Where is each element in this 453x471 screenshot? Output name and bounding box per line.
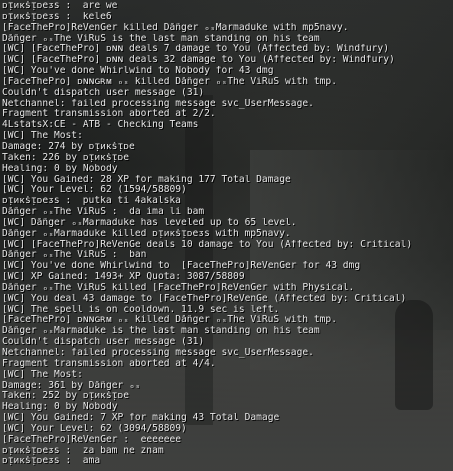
console-line: Netchannel: failed processing message sv… <box>2 98 314 109</box>
console-line: Taken: 226 by ᴅᴉᴎᴋšᴉᴅe <box>2 152 129 163</box>
console-line: [WC] The spell is on cooldown. 11.9 sec … <box>2 304 280 315</box>
console-line: [WC] You've done Whirlwind to [FaceThePr… <box>2 261 361 272</box>
console-line: ᴅᴉᴎᴋšᴉᴅeᴣs : za bam ne znam <box>2 445 164 456</box>
console-line: Dåñger ₒₛThe ViRuS : da ima li bam <box>2 207 205 218</box>
console-line: [WC] The Most: <box>2 131 83 142</box>
console-line: Dåñger ₒₛMarmaduke killed ᴅᴉᴎᴋšᴉᴅeᴣs wit… <box>2 228 291 239</box>
console-line: [WC] Dåñger ₒₛMarmaduke has leveled up t… <box>2 217 297 228</box>
console-line: ᴅᴉᴎᴋšᴉᴅeᴣs : ama <box>2 456 101 467</box>
console-line: [WC] [FaceThePro]ReVenGe deals 10 damage… <box>2 239 413 250</box>
console-line: Healing: 0 by Nobody <box>2 163 118 174</box>
console-line: [FaceThePro] ᴅɴɴɢʀᴍ ₒₛ killed Dåñger ₒₛT… <box>2 315 337 326</box>
console-line: [WC] XP Gained: 1493+ XP Quota: 3087/588… <box>2 272 245 283</box>
console-line: [FaceThePro]ReVenGer killed Dåñger ₒₛMar… <box>2 22 349 33</box>
chat-console-log: ᴅᴉᴎᴋšᴉᴅeᴣs : are we ᴅᴉᴎᴋšᴉᴅeᴣs : kele6 [… <box>2 1 452 467</box>
console-line: [FaceThePro]ReVenGer : eeeeeee <box>2 434 182 445</box>
console-line: [FaceThePro] ᴅɴɴɢʀᴍ ₒₛ killed Dåñger ₒₛT… <box>2 76 337 87</box>
console-line: [WC] You've done Whirlwind to Nobody for… <box>2 66 274 77</box>
console-line: Fragment transmission aborted at 4/4. <box>2 358 216 369</box>
console-line: Damage: 274 by ᴅᴉᴎᴋšᴉᴅe <box>2 141 135 152</box>
console-line: [WC] You Gained: 7 XP for making 43 Tota… <box>2 413 280 424</box>
console-line: Fragment transmission aborted at 2/2. <box>2 109 216 120</box>
console-line: ᴅᴉᴎᴋšᴉᴅeᴣs : are we <box>2 1 118 11</box>
console-line: [WC] Your Level: 62 (1594/58809) <box>2 185 187 196</box>
console-line: [WC] You deal 43 damage to [FaceThePro]R… <box>2 293 407 304</box>
console-line: [WC] [FaceThePro] ᴅɴɴ deals 32 damage to… <box>2 55 395 66</box>
console-line: [WC] You Gained: 28 XP for making 177 To… <box>2 174 291 185</box>
console-line: Dåñger ₒₛThe ViRuS is the last man stand… <box>2 33 320 44</box>
console-line: Damage: 361 by Dåñger ₒₛ <box>2 380 141 391</box>
console-line: [WC] Your Level: 62 (3094/58809) <box>2 423 187 434</box>
console-line: Taken: 252 by ᴅᴉᴎᴋšᴉᴅe <box>2 391 129 402</box>
console-line: ᴅᴉᴎᴋšᴉᴅeᴣs : putka ti 4akalska <box>2 196 181 207</box>
console-line: Dåñger ₒₛMarmaduke is the last man stand… <box>2 326 320 337</box>
console-line: Healing: 0 by Nobody <box>2 402 118 413</box>
console-line: 4LstatsX:CE - ATB - Checking Teams <box>2 120 199 131</box>
console-line: [WC] [FaceThePro] ᴅɴɴ deals 7 damage to … <box>2 44 389 55</box>
console-line: Dåñger ₒₛThe ViRuS : ban <box>2 250 147 261</box>
console-line: Couldn't dispatch user message (31) <box>2 337 205 348</box>
console-line: Netchannel: failed processing message sv… <box>2 348 314 358</box>
console-line: [WC] The Most: <box>2 369 83 380</box>
console-line: Dåñger ₒₛThe ViRuS killed [FaceThePro]Re… <box>2 282 355 293</box>
console-line: Couldn't dispatch user message (31) <box>2 87 205 98</box>
console-line: ᴅᴉᴎᴋšᴉᴅeᴣs : kele6 <box>2 11 112 22</box>
